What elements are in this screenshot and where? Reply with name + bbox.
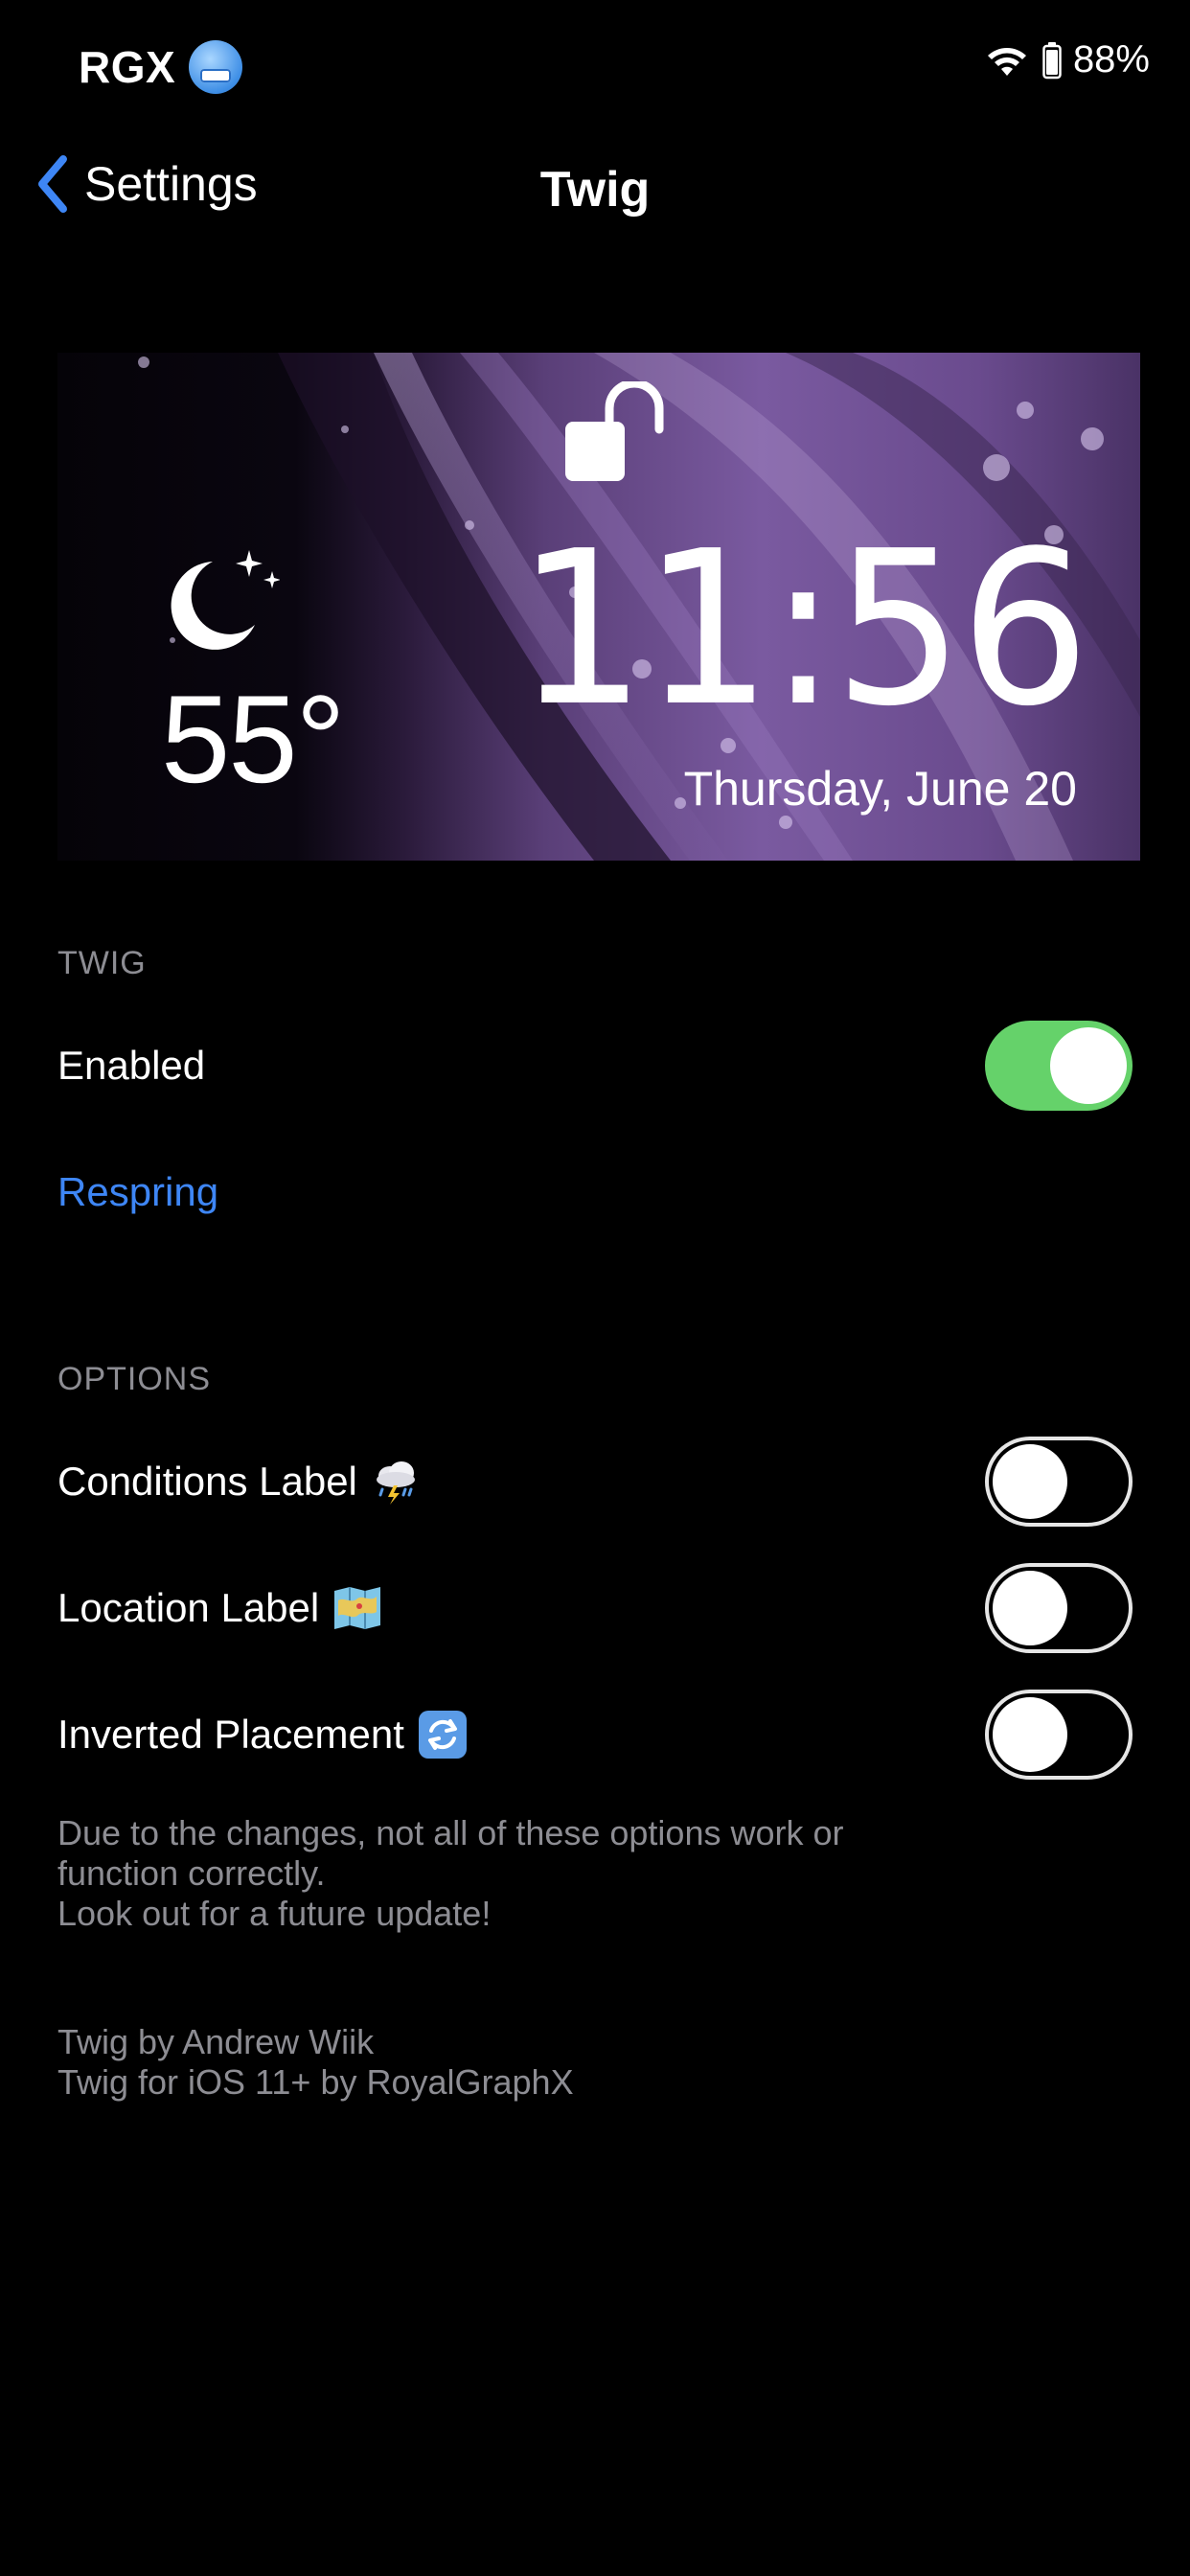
moon-stars-icon [171, 550, 280, 650]
lockscreen-date: Thursday, June 20 [683, 762, 1077, 816]
toggle-knob [1050, 1027, 1127, 1104]
map-icon [332, 1583, 382, 1633]
lockscreen-preview-banner: 55° 11:56 Thursday, June 20 [57, 353, 1140, 861]
enabled-row: Enabled [0, 1002, 1190, 1129]
section-header-twig: TWIG [57, 945, 147, 981]
carrier: RGX [79, 40, 243, 94]
enabled-toggle[interactable] [985, 1021, 1133, 1111]
respring-row[interactable]: Respring [0, 1129, 1190, 1255]
options-footer-note: Due to the changes, not all of these opt… [57, 1813, 844, 1933]
option-label: Inverted Placement [57, 1712, 404, 1757]
conditions-label-row: Conditions Label [0, 1418, 1190, 1545]
respring-button[interactable]: Respring [57, 1169, 218, 1215]
cold-face-emoji-icon [189, 40, 243, 94]
lockscreen-time: 11:56 [516, 506, 1090, 753]
toggle-knob [993, 1697, 1067, 1772]
location-label-toggle[interactable] [985, 1563, 1133, 1653]
status-indicators: 88% [983, 38, 1150, 81]
credits-line-1: Twig by Andrew Wiik [57, 2022, 375, 2061]
inverted-placement-toggle[interactable] [985, 1690, 1133, 1780]
carrier-label: RGX [79, 42, 176, 92]
credits-line-2: Twig for iOS 11+ by RoyalGraphX [57, 2062, 574, 2102]
unlocked-lock-icon [565, 381, 664, 481]
location-label-row: Location Label [0, 1545, 1190, 1671]
toggle-knob [993, 1571, 1067, 1645]
page-title: Twig [539, 162, 651, 218]
inverted-placement-text: Inverted Placement [57, 1710, 468, 1760]
conditions-label-toggle[interactable] [985, 1437, 1133, 1527]
enabled-label: Enabled [57, 1043, 206, 1088]
battery-percent: 88% [1072, 38, 1150, 80]
conditions-label-text: Conditions Label [57, 1457, 421, 1506]
toggle-knob [993, 1444, 1067, 1519]
temperature: 55° [161, 669, 346, 809]
wifi-icon [987, 47, 1026, 76]
battery-icon [1042, 41, 1062, 79]
option-label: Conditions Label [57, 1459, 357, 1504]
refresh-icon [418, 1710, 468, 1760]
option-label: Location Label [57, 1585, 320, 1630]
status-bar: RGX 88% [0, 0, 1190, 134]
section-header-options: OPTIONS [57, 1361, 212, 1397]
inverted-placement-row: Inverted Placement [0, 1671, 1190, 1798]
location-label-text: Location Label [57, 1583, 382, 1633]
thunderstorm-icon [371, 1457, 421, 1506]
